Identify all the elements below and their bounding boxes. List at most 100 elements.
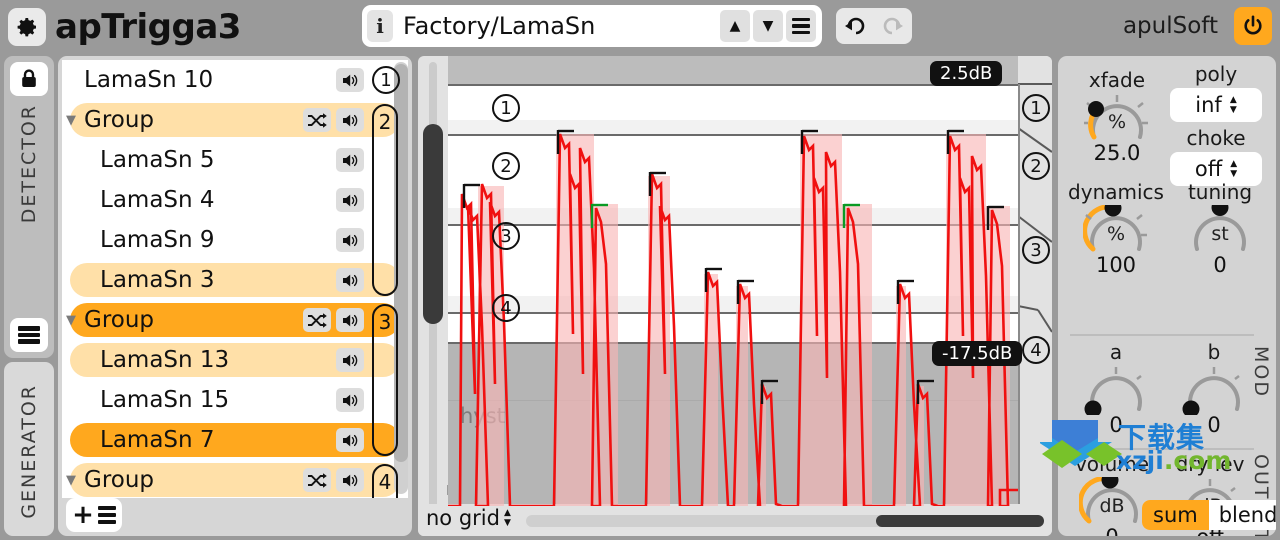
xfade-control[interactable]: xfade % 25.0 (1070, 70, 1164, 165)
mute-button[interactable] (336, 428, 364, 452)
list-item[interactable]: LamaSn 10 1 (62, 60, 408, 100)
row-controls (303, 108, 364, 132)
zone-dividers (1018, 83, 1052, 506)
dynamics-knob[interactable]: % (1082, 199, 1149, 255)
list-item[interactable]: LamaSn 3 (62, 260, 408, 300)
list-scrollbar[interactable] (394, 62, 408, 494)
zone-number-1[interactable]: 1 (1022, 94, 1050, 122)
sum-button[interactable]: sum (1142, 500, 1209, 530)
waveform-plot[interactable]: 1 2 3 4 hyst (448, 56, 1018, 506)
disclosure-triangle-icon[interactable]: ▼ (66, 114, 84, 127)
mute-button[interactable] (336, 268, 364, 292)
list-item[interactable]: LamaSn 9 (62, 220, 408, 260)
mod-b-knob[interactable] (1181, 365, 1247, 418)
mute-button[interactable] (336, 308, 364, 332)
sample-list[interactable]: LamaSn 10 1 ▼ Group LamaSn 5 LamaSn 4 LamaSn 9… (62, 60, 408, 498)
poly-select[interactable]: inf ▲ ▼ (1170, 88, 1262, 122)
zone-number-4[interactable]: 4 (1022, 336, 1050, 364)
poly-control[interactable]: poly inf ▲ ▼ (1164, 64, 1268, 122)
group-number[interactable]: 3 (376, 310, 394, 334)
speaker-icon (342, 434, 357, 446)
list-group-row[interactable]: ▼ Group (62, 100, 408, 140)
settings-gear-button[interactable] (8, 8, 46, 46)
preset-selector[interactable]: i Factory/LamaSn ▲ ▼ (362, 5, 822, 47)
list-item[interactable]: LamaSn 4 (62, 180, 408, 220)
shuffle-button[interactable] (303, 468, 331, 492)
dynamics-value: 100 (1095, 253, 1137, 277)
grid-select[interactable]: no grid ▲ ▼ (426, 506, 511, 530)
lock-button[interactable] (10, 62, 48, 96)
plugin-window: apTrigga3 i Factory/LamaSn ▲ ▼ apulSoft … (0, 0, 1280, 540)
list-item[interactable]: LamaSn 15 (62, 380, 408, 420)
undo-button[interactable] (836, 8, 874, 44)
row-label: LamaSn 13 (100, 347, 230, 373)
disclosure-triangle-icon[interactable]: ▼ (66, 314, 84, 327)
plot-zone-number-2[interactable]: 2 (492, 152, 520, 180)
shuffle-button[interactable] (303, 108, 331, 132)
xfade-knob[interactable]: % (1083, 93, 1150, 143)
mute-button[interactable] (336, 348, 364, 372)
mute-button[interactable] (336, 228, 364, 252)
zone-number-3[interactable]: 3 (1022, 236, 1050, 264)
slot-number[interactable]: 1 (372, 66, 400, 94)
horizontal-scrollbar[interactable] (526, 515, 1044, 527)
speaker-icon (342, 74, 357, 86)
dynamics-control[interactable]: dynamics % 100 (1064, 182, 1168, 278)
speaker-icon (342, 194, 357, 206)
preset-menu-button[interactable] (786, 10, 816, 42)
list-group-row[interactable]: ▼ Group (62, 460, 408, 498)
vertical-slider-thumb[interactable] (423, 124, 443, 324)
threshold-badge-bottom[interactable]: -17.5dB (932, 341, 1023, 366)
choke-control[interactable]: choke off ▲ ▼ (1164, 128, 1268, 186)
group-number[interactable]: 4 (376, 470, 394, 494)
list-scrollbar-thumb[interactable] (394, 64, 408, 462)
threshold-badge-top[interactable]: 2.5dB (930, 61, 1003, 86)
mute-button[interactable] (336, 388, 364, 412)
mute-button[interactable] (336, 188, 364, 212)
tab-detector[interactable]: DETECTOR (4, 56, 54, 358)
plot-zone-number-3[interactable]: 3 (492, 222, 520, 250)
spinner-icon[interactable]: ▲ ▼ (1230, 96, 1237, 114)
horizontal-scrollbar-thumb[interactable] (876, 515, 1044, 527)
mute-button[interactable] (336, 148, 364, 172)
waveform-footer: no grid ▲ ▼ (418, 504, 1052, 536)
mute-button[interactable] (336, 68, 364, 92)
group-number[interactable]: 2 (376, 110, 394, 134)
preset-next-button[interactable]: ▼ (753, 10, 783, 42)
tab-generator-label: GENERATOR (18, 384, 40, 519)
add-item-button[interactable]: + (66, 498, 122, 532)
redo-button[interactable] (874, 8, 912, 44)
plot-zone-number-1[interactable]: 1 (492, 94, 520, 122)
mod-a-control[interactable]: a 0 (1064, 342, 1168, 437)
shuffle-icon (308, 112, 327, 128)
list-item[interactable]: LamaSn 5 (62, 140, 408, 180)
preset-name: Factory/LamaSn (403, 12, 596, 40)
tab-generator[interactable]: GENERATOR (4, 362, 54, 536)
vertical-zoom-slider[interactable] (423, 62, 443, 512)
tuning-control[interactable]: tuning st 0 (1168, 182, 1272, 278)
power-button[interactable] (1234, 7, 1272, 45)
tuning-knob[interactable]: st (1187, 199, 1253, 255)
disclosure-triangle-icon[interactable]: ▼ (66, 474, 84, 487)
speaker-icon (342, 114, 357, 126)
plot-zone-number-4[interactable]: 4 (492, 294, 520, 322)
spinner-icon[interactable]: ▲ ▼ (504, 509, 511, 527)
list-item[interactable]: LamaSn 7 (62, 420, 408, 460)
mute-button[interactable] (336, 108, 364, 132)
list-icon (97, 506, 116, 524)
row-controls (336, 148, 364, 172)
mute-button[interactable] (336, 468, 364, 492)
list-group-row[interactable]: ▼ Group (62, 300, 408, 340)
mod-a-knob[interactable] (1083, 365, 1149, 418)
info-icon[interactable]: i (367, 10, 393, 42)
row-controls (336, 268, 364, 292)
volume-knob[interactable]: dB (1077, 471, 1145, 527)
mix-mode-toggle[interactable]: sum blend (1142, 500, 1276, 530)
spinner-icon[interactable]: ▲ ▼ (1230, 160, 1237, 178)
detector-list-button[interactable] (10, 318, 48, 352)
zone-number-2[interactable]: 2 (1022, 152, 1050, 180)
list-item[interactable]: LamaSn 13 (62, 340, 408, 380)
preset-prev-button[interactable]: ▲ (720, 10, 750, 42)
blend-button[interactable]: blend (1208, 500, 1276, 530)
shuffle-button[interactable] (303, 308, 331, 332)
